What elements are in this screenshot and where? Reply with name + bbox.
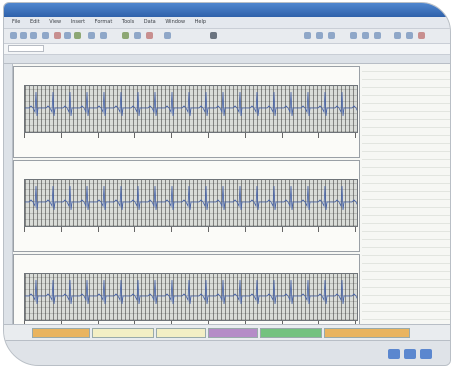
x-axis-tick xyxy=(281,227,283,232)
x-axis-tick xyxy=(281,133,283,138)
x-axis-tick xyxy=(318,133,320,138)
x-axis-tick xyxy=(244,227,246,232)
sheet-tab-3[interactable] xyxy=(156,328,206,338)
taskbar-button-icon[interactable] xyxy=(420,349,432,359)
standard-toolbar xyxy=(4,29,450,44)
sheet-tab-2[interactable] xyxy=(92,328,154,338)
fill-color-icon[interactable] xyxy=(406,32,413,39)
menu-insert[interactable]: Insert xyxy=(71,19,85,25)
window-titlebar[interactable] xyxy=(4,3,450,17)
ecg-trace xyxy=(25,279,357,305)
ecg-trace xyxy=(25,185,357,211)
cut-icon[interactable] xyxy=(54,32,61,39)
undo-icon[interactable] xyxy=(88,32,95,39)
x-axis-tick xyxy=(208,227,209,232)
zoom-icon[interactable] xyxy=(164,32,171,39)
plot-area xyxy=(24,273,358,321)
x-axis-tick xyxy=(208,133,209,138)
x-axis-tick xyxy=(60,133,62,138)
bold-icon[interactable] xyxy=(304,32,311,39)
worksheet-grid[interactable] xyxy=(4,64,450,330)
save-icon[interactable] xyxy=(30,32,37,39)
sum-icon[interactable] xyxy=(122,32,129,39)
status-bar xyxy=(4,340,450,365)
x-axis-tick xyxy=(355,133,357,138)
plot-area xyxy=(24,179,358,227)
x-axis-tick xyxy=(244,133,246,138)
redo-icon[interactable] xyxy=(100,32,107,39)
sheet-tab-1[interactable] xyxy=(32,328,90,338)
x-axis-tick xyxy=(171,227,173,232)
menu-data[interactable]: Data xyxy=(144,19,156,25)
sheet-tab-bar xyxy=(4,324,450,341)
print-icon[interactable] xyxy=(42,32,49,39)
open-icon[interactable] xyxy=(20,32,27,39)
underline-icon[interactable] xyxy=(328,32,335,39)
borders-icon[interactable] xyxy=(394,32,401,39)
font-color-icon[interactable] xyxy=(418,32,425,39)
align-right-icon[interactable] xyxy=(374,32,381,39)
spreadsheet-window: File Edit View Insert Format Tools Data … xyxy=(3,2,451,366)
x-axis xyxy=(24,133,357,139)
taskbar-button-icon[interactable] xyxy=(404,349,416,359)
x-axis-tick xyxy=(24,227,25,232)
menu-file[interactable]: File xyxy=(12,19,20,25)
formula-bar xyxy=(4,44,450,55)
align-center-icon[interactable] xyxy=(362,32,369,39)
italic-icon[interactable] xyxy=(316,32,323,39)
x-axis-tick xyxy=(24,133,25,138)
x-axis-tick xyxy=(97,227,99,232)
ecg-chart-2[interactable] xyxy=(13,160,360,252)
ecg-chart-3[interactable] xyxy=(13,254,360,330)
x-axis-tick xyxy=(97,133,99,138)
paste-icon[interactable] xyxy=(74,32,81,39)
help-icon[interactable] xyxy=(210,32,217,39)
ecg-trace-line xyxy=(25,185,357,211)
column-headers[interactable] xyxy=(4,55,450,64)
ecg-trace-line xyxy=(25,279,357,305)
menu-view[interactable]: View xyxy=(49,19,61,25)
menu-bar: File Edit View Insert Format Tools Data … xyxy=(4,17,450,29)
x-axis-tick xyxy=(134,227,136,232)
x-axis-tick xyxy=(355,227,357,232)
ecg-trace xyxy=(25,91,357,117)
new-icon[interactable] xyxy=(10,32,17,39)
sheet-tab-6[interactable] xyxy=(324,328,410,338)
taskbar-button-icon[interactable] xyxy=(388,349,400,359)
empty-cells-area[interactable] xyxy=(362,64,450,325)
menu-format[interactable]: Format xyxy=(95,19,113,25)
sheet-tab-5[interactable] xyxy=(260,328,322,338)
x-axis-tick xyxy=(134,133,136,138)
x-axis-tick xyxy=(171,133,173,138)
ecg-chart-1[interactable] xyxy=(13,66,360,158)
align-left-icon[interactable] xyxy=(350,32,357,39)
menu-help[interactable]: Help xyxy=(195,19,206,25)
sheet-tab-4[interactable] xyxy=(208,328,258,338)
chart-icon[interactable] xyxy=(146,32,153,39)
x-axis-tick xyxy=(318,227,320,232)
name-box[interactable] xyxy=(8,45,44,52)
x-axis xyxy=(24,227,357,233)
menu-tools[interactable]: Tools xyxy=(122,19,134,25)
copy-icon[interactable] xyxy=(64,32,71,39)
row-headers[interactable] xyxy=(4,64,13,325)
menu-window[interactable]: Window xyxy=(165,19,185,25)
plot-area xyxy=(24,85,358,133)
menu-edit[interactable]: Edit xyxy=(30,19,40,25)
sort-icon[interactable] xyxy=(134,32,141,39)
ecg-trace-line xyxy=(25,91,357,117)
x-axis-tick xyxy=(60,227,62,232)
